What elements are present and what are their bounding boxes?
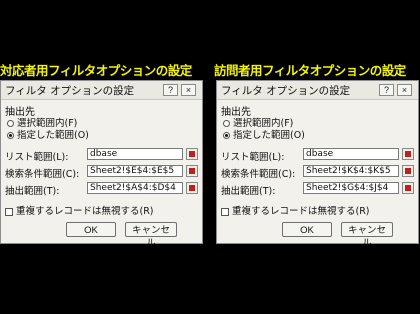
- list-range-row: リスト範囲(L): dbase: [221, 148, 414, 163]
- radio-label: 指定した範囲(O): [233, 130, 305, 141]
- radio-checked-icon: [223, 132, 230, 139]
- collapse-dialog-icon: [405, 185, 411, 191]
- unique-records-checkbox[interactable]: 重複するレコードは無視する(R): [5, 203, 154, 217]
- extract-range-row: 抽出範囲(T): Sheet2!$G$4:$J$4: [221, 182, 414, 197]
- cancel-button[interactable]: キャンセル: [125, 222, 177, 249]
- close-button[interactable]: ×: [397, 84, 412, 96]
- list-range-label: リスト範囲(L):: [221, 152, 285, 163]
- criteria-range-label: 検索条件範囲(C):: [221, 169, 296, 180]
- cancel-button[interactable]: キャンセル: [341, 222, 393, 249]
- checkbox-icon: [221, 207, 229, 216]
- checkbox-icon: [5, 207, 13, 216]
- list-range-input[interactable]: dbase: [87, 148, 183, 160]
- radio-icon: [7, 120, 14, 127]
- collapse-dialog-icon: [405, 151, 411, 157]
- range-select-button[interactable]: [402, 148, 414, 160]
- range-select-button[interactable]: [186, 148, 198, 160]
- range-select-button[interactable]: [186, 165, 198, 177]
- collapse-dialog-icon: [405, 168, 411, 174]
- checkbox-label: 重複するレコードは無視する(R): [232, 206, 370, 217]
- criteria-range-input[interactable]: Sheet2!$K$4:$K$5: [303, 165, 399, 177]
- criteria-range-label: 検索条件範囲(C):: [5, 169, 80, 180]
- extract-range-input[interactable]: Sheet2!$A$4:$D$4: [87, 182, 183, 194]
- dialog-titlebar: フィルタ オプションの設定 ? ×: [1, 81, 202, 100]
- range-select-button[interactable]: [402, 182, 414, 194]
- ok-button[interactable]: OK: [66, 222, 116, 237]
- left-heading: 対応者用フィルタオプションの設定: [0, 63, 192, 78]
- extract-range-input[interactable]: Sheet2!$G$4:$J$4: [303, 182, 399, 194]
- unique-records-checkbox[interactable]: 重複するレコードは無視する(R): [221, 203, 370, 217]
- help-button[interactable]: ?: [163, 84, 178, 96]
- ok-button[interactable]: OK: [282, 222, 332, 237]
- collapse-dialog-icon: [189, 168, 195, 174]
- radio-icon: [223, 120, 230, 127]
- radio-specified-range[interactable]: 指定した範囲(O): [223, 127, 305, 141]
- criteria-range-row: 検索条件範囲(C): Sheet2!$K$4:$K$5: [221, 165, 414, 180]
- close-button[interactable]: ×: [181, 84, 196, 96]
- collapse-dialog-icon: [189, 185, 195, 191]
- extract-range-row: 抽出範囲(T): Sheet2!$A$4:$D$4: [5, 182, 198, 197]
- checkbox-label: 重複するレコードは無視する(R): [16, 206, 154, 217]
- radio-specified-range[interactable]: 指定した範囲(O): [7, 127, 89, 141]
- radio-checked-icon: [7, 132, 14, 139]
- list-range-input[interactable]: dbase: [303, 148, 399, 160]
- range-select-button[interactable]: [402, 165, 414, 177]
- help-button[interactable]: ?: [379, 84, 394, 96]
- dialog-title: フィルタ オプションの設定: [221, 85, 351, 97]
- right-heading: 訪問者用フィルタオプションの設定: [214, 63, 406, 78]
- criteria-range-input[interactable]: Sheet2!$E$4:$E$5: [87, 165, 183, 177]
- extract-range-label: 抽出範囲(T):: [5, 186, 60, 197]
- extract-range-label: 抽出範囲(T):: [221, 186, 276, 197]
- criteria-range-row: 検索条件範囲(C): Sheet2!$E$4:$E$5: [5, 165, 198, 180]
- list-range-row: リスト範囲(L): dbase: [5, 148, 198, 163]
- radio-label: 指定した範囲(O): [17, 130, 89, 141]
- filter-options-dialog-right: フィルタ オプションの設定 ? × 抽出先 選択範囲内(F) 指定した範囲(O)…: [216, 80, 419, 249]
- filter-options-dialog-left: フィルタ オプションの設定 ? × 抽出先 選択範囲内(F) 指定した範囲(O)…: [0, 80, 203, 249]
- range-select-button[interactable]: [186, 182, 198, 194]
- dialog-titlebar: フィルタ オプションの設定 ? ×: [217, 81, 418, 100]
- list-range-label: リスト範囲(L):: [5, 152, 69, 163]
- dialog-title: フィルタ オプションの設定: [5, 85, 135, 97]
- collapse-dialog-icon: [189, 151, 195, 157]
